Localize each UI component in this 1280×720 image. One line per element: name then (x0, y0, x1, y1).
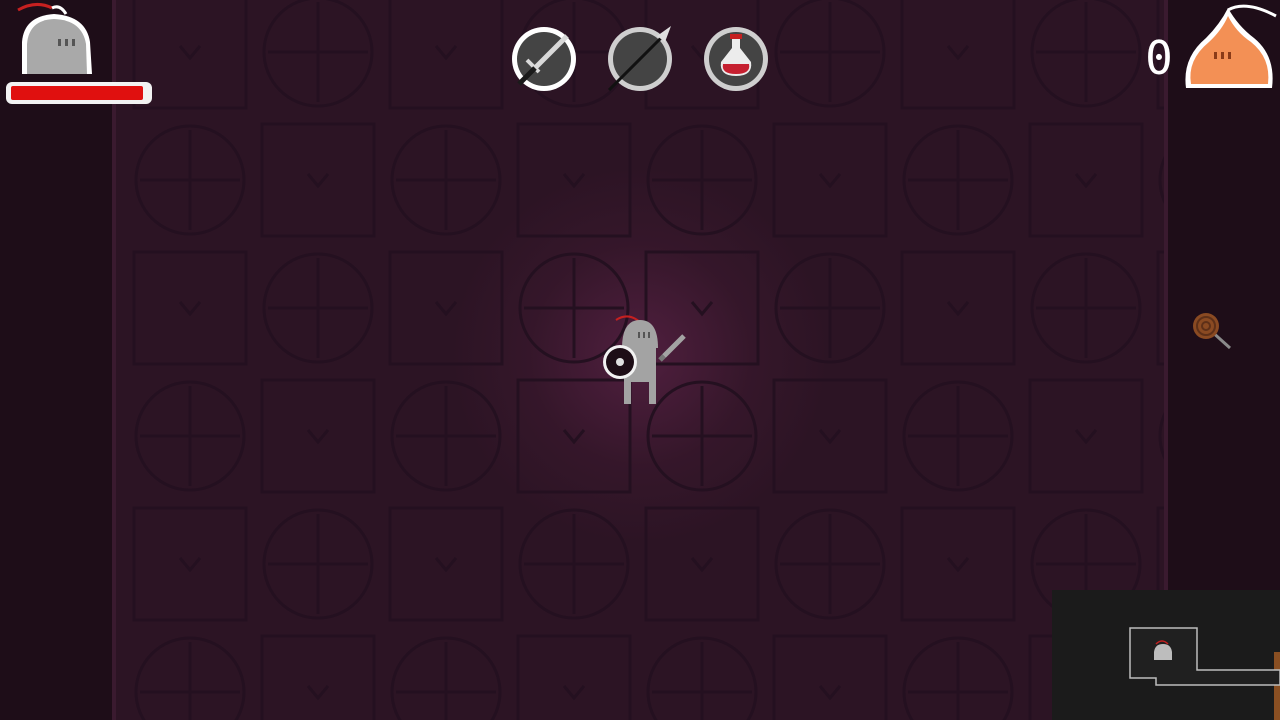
floor-tile (518, 508, 630, 620)
floor-tile (646, 636, 758, 720)
floor-tile (1028, 122, 1144, 238)
floor-tile (388, 506, 504, 622)
player-knight (598, 310, 694, 410)
floor-tile (772, 378, 888, 494)
floor-tile (772, 634, 888, 720)
floor-tile (1030, 0, 1142, 108)
floor-tile (516, 634, 632, 720)
floor-tile (262, 252, 374, 364)
floor-tile (900, 250, 1016, 366)
health-potion-icon (704, 27, 768, 91)
player-health-fill (11, 86, 143, 100)
orange-slime-icon (1180, 2, 1280, 96)
floor-tile (774, 508, 886, 620)
floor-tile (772, 122, 888, 238)
floor-tile (260, 122, 376, 238)
minimap (1052, 590, 1280, 720)
kill-counter: 0 (1145, 31, 1173, 85)
floor-tile (902, 380, 1014, 492)
floor-tile (134, 124, 246, 236)
sword-icon (512, 27, 576, 91)
floor-tile (390, 636, 502, 720)
floor-tile (132, 506, 248, 622)
floor-tile (262, 0, 374, 108)
spear-slot[interactable] (605, 24, 675, 94)
floor-tile (774, 0, 886, 108)
lollipop-icon[interactable] (1190, 310, 1234, 352)
minimap-door (1274, 652, 1280, 720)
floor-tile (388, 250, 504, 366)
potion-slot[interactable] (701, 24, 771, 94)
floor-tile (516, 122, 632, 238)
floor-tile (260, 634, 376, 720)
floor-tile (134, 380, 246, 492)
floor-tile (902, 636, 1014, 720)
floor-tile (260, 378, 376, 494)
floor-tile (646, 124, 758, 236)
floor-tile (1028, 378, 1144, 494)
floor-tile (134, 636, 246, 720)
floor-tile (774, 252, 886, 364)
left-wall (0, 0, 112, 720)
floor-tile (132, 250, 248, 366)
floor-tile (390, 124, 502, 236)
minimap-room (1129, 627, 1280, 686)
knight-portrait-icon (8, 2, 108, 86)
floor-tile (1030, 252, 1142, 364)
spear-icon (607, 26, 672, 92)
floor-tile (390, 380, 502, 492)
floor-edge-left (112, 0, 116, 720)
floor-tile (644, 506, 760, 622)
floor-tile (902, 124, 1014, 236)
floor-tile (900, 0, 1016, 110)
floor-tile (900, 506, 1016, 622)
sword-slot[interactable] (509, 24, 579, 94)
player-health-bar (6, 82, 152, 104)
floor-tile (262, 508, 374, 620)
floor-tile (388, 0, 504, 110)
